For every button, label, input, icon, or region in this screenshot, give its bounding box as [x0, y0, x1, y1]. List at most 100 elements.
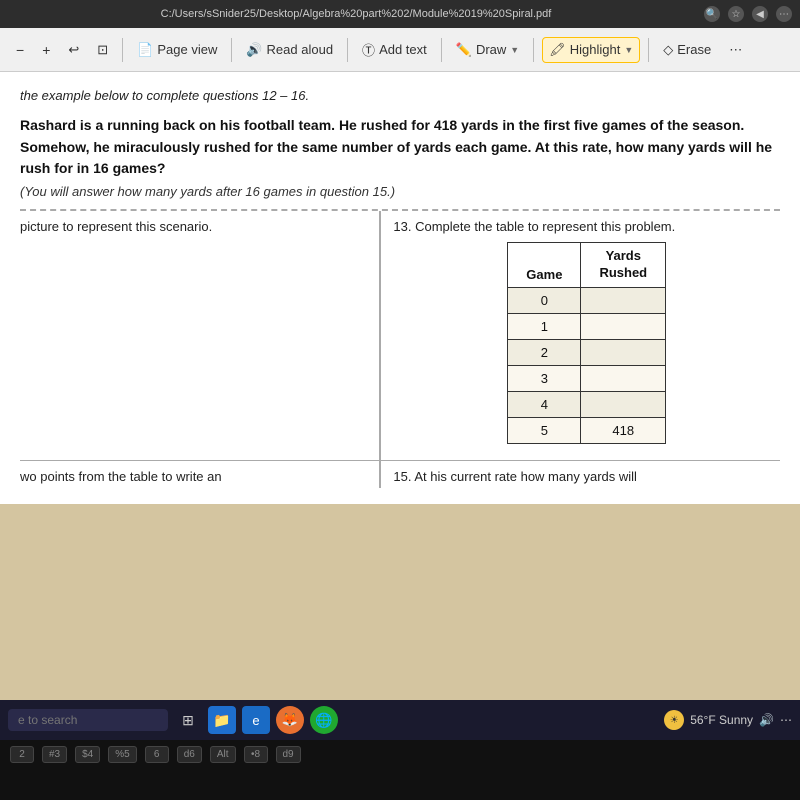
table-row: 3 — [508, 365, 666, 391]
draw-label: Draw — [476, 42, 506, 57]
table-cell-game: 3 — [508, 365, 581, 391]
fit-button[interactable]: ⊡ — [91, 38, 114, 62]
table-row: 1 — [508, 313, 666, 339]
question-12-text: picture to represent this scenario. — [20, 219, 212, 234]
problem-text-content: Rashard is a running back on his footbal… — [20, 117, 772, 176]
question-13-right: 13. Complete the table to represent this… — [381, 211, 780, 460]
zoom-in-button[interactable]: + — [36, 38, 56, 62]
add-text-icon: Ⓣ — [362, 40, 375, 59]
browser-bar: C:/Users/sSnider25/Desktop/Algebra%20par… — [0, 0, 800, 28]
table-row: 4 — [508, 391, 666, 417]
separator-3 — [347, 38, 348, 62]
browser-star-icon[interactable]: ☆ — [728, 6, 744, 22]
browser-icons: 🔍 ☆ ◀ ⋯ — [704, 6, 792, 22]
table-cell-game: 0 — [508, 287, 581, 313]
bottom-bar: 2 #3 $4 %5 6 d6 Alt •8 d9 — [0, 740, 800, 800]
separator-2 — [231, 38, 232, 62]
table-cell-yards — [581, 313, 666, 339]
taskbar-firefox-icon[interactable]: 🦊 — [276, 706, 304, 734]
table-row: 2 — [508, 339, 666, 365]
taskbar-network-icon: ⋯ — [780, 713, 792, 727]
separator-6 — [648, 38, 649, 62]
read-aloud-icon: 🔊 — [246, 42, 262, 58]
highlight-button[interactable]: 🖍 Highlight ▼ — [542, 37, 640, 63]
table-cell-game: 2 — [508, 339, 581, 365]
question-14-text: wo points from the table to write an — [20, 469, 222, 484]
separator-1 — [122, 38, 123, 62]
read-aloud-button[interactable]: 🔊 Read aloud — [240, 38, 339, 62]
taskbar-sound-icon[interactable]: 🔊 — [759, 713, 774, 727]
questions-row-2: wo points from the table to write an 15.… — [20, 460, 780, 488]
draw-button[interactable]: ✏️ Draw ▼ — [450, 38, 525, 62]
erase-label: Erase — [677, 42, 711, 57]
pdf-content: the example below to complete questions … — [0, 72, 800, 700]
weather-text: 56°F Sunny — [690, 713, 753, 727]
browser-url: C:/Users/sSnider25/Desktop/Algebra%20par… — [8, 8, 704, 20]
table-cell-yards — [581, 287, 666, 313]
table-header-yards: YardsRushed — [581, 243, 666, 288]
pdf-page: the example below to complete questions … — [0, 72, 800, 504]
table-cell-game: 4 — [508, 391, 581, 417]
table-cell-yards: 418 — [581, 417, 666, 443]
key-3: #3 — [42, 746, 67, 763]
intro-text: the example below to complete questions … — [20, 88, 780, 103]
key-8: •8 — [244, 746, 268, 763]
taskbar-search-input[interactable] — [8, 709, 168, 731]
separator-4 — [441, 38, 442, 62]
add-text-label: Add text — [379, 42, 427, 57]
key-d6: d6 — [177, 746, 202, 763]
key-2: 2 — [10, 746, 34, 763]
question-12-left: picture to represent this scenario. — [20, 211, 381, 460]
erase-icon: ◇ — [663, 42, 673, 58]
taskbar-edge-icon[interactable]: e — [242, 706, 270, 734]
question-13-label: 13. Complete the table to represent this… — [393, 219, 780, 234]
plus-icon: + — [42, 42, 50, 58]
taskbar-windows-icon[interactable]: ⊞ — [174, 706, 202, 734]
question-14-left: wo points from the table to write an — [20, 461, 381, 488]
erase-button[interactable]: ◇ Erase — [657, 38, 717, 62]
minus-icon: − — [16, 42, 24, 58]
table-cell-yards — [581, 365, 666, 391]
draw-chevron-icon: ▼ — [510, 45, 519, 55]
key-6: 6 — [145, 746, 169, 763]
table-cell-yards — [581, 391, 666, 417]
taskbar-chrome-icon[interactable]: 🌐 — [310, 706, 338, 734]
question-15-text: 15. At his current rate how many yards w… — [393, 469, 637, 484]
key-5: %5 — [108, 746, 136, 763]
key-alt: Alt — [210, 746, 236, 763]
zoom-out-button[interactable]: − — [10, 38, 30, 62]
taskbar: ⊞ 📁 e 🦊 🌐 ☀ 56°F Sunny 🔊 ⋯ — [0, 700, 800, 740]
taskbar-right-area: ☀ 56°F Sunny 🔊 ⋯ — [664, 710, 792, 730]
browser-settings-icon[interactable]: ⋯ — [776, 6, 792, 22]
table-row: 5418 — [508, 417, 666, 443]
table-cell-game: 1 — [508, 313, 581, 339]
browser-search-icon[interactable]: 🔍 — [704, 6, 720, 22]
page-view-button[interactable]: 📄 Page view — [131, 38, 223, 62]
sub-note: (You will answer how many yards after 16… — [20, 184, 780, 199]
more-tools-button[interactable]: ⋯ — [723, 38, 748, 62]
problem-paragraph: Rashard is a running back on his footbal… — [20, 115, 780, 180]
page-view-label: Page view — [157, 42, 217, 57]
highlight-chevron-icon: ▼ — [624, 45, 633, 55]
taskbar-file-icon[interactable]: 📁 — [208, 706, 236, 734]
draw-icon: ✏️ — [456, 42, 472, 58]
highlight-label: Highlight — [570, 42, 621, 57]
question-15-right: 15. At his current rate how many yards w… — [381, 461, 780, 488]
table-cell-yards — [581, 339, 666, 365]
pdf-toolbar: − + ↩ ⊡ 📄 Page view 🔊 Read aloud Ⓣ Add t… — [0, 28, 800, 72]
key-4: $4 — [75, 746, 100, 763]
add-text-button[interactable]: Ⓣ Add text — [356, 36, 433, 63]
weather-icon: ☀ — [664, 710, 684, 730]
table-row: 0 — [508, 287, 666, 313]
table-cell-game: 5 — [508, 417, 581, 443]
page-view-icon: 📄 — [137, 42, 153, 58]
undo-button[interactable]: ↩ — [62, 38, 85, 62]
browser-back-icon[interactable]: ◀ — [752, 6, 768, 22]
questions-row: picture to represent this scenario. 13. … — [20, 209, 780, 460]
data-table: Game YardsRushed 012345418 — [507, 242, 666, 444]
highlight-icon: 🖍 — [549, 42, 566, 58]
table-header-game: Game — [508, 243, 581, 288]
key-d9: d9 — [276, 746, 301, 763]
separator-5 — [533, 38, 534, 62]
undo-icon: ↩ — [68, 42, 79, 58]
